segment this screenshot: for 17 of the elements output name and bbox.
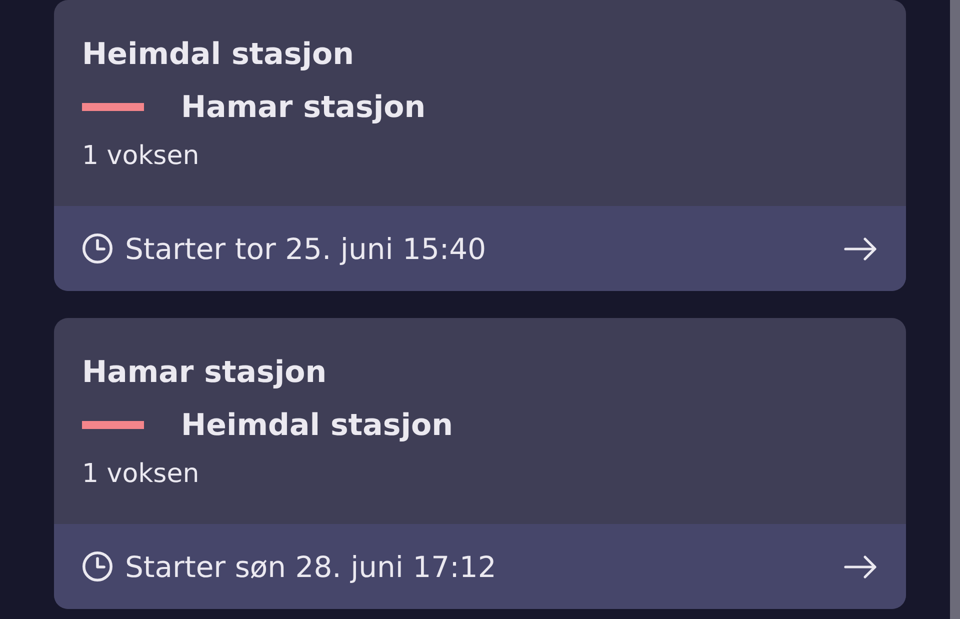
clock-icon	[82, 233, 113, 264]
destination-station: Heimdal stasjon	[181, 408, 453, 444]
passenger-count: 1 voksen	[82, 459, 200, 489]
dash-icon	[82, 103, 144, 111]
origin-station: Heimdal stasjon	[82, 37, 355, 73]
destination-station: Hamar stasjon	[181, 90, 426, 126]
scrollbar[interactable]	[950, 0, 960, 619]
arrow-right-icon	[844, 236, 877, 260]
departure-time: Starter tor 25. juni 15:40	[125, 232, 486, 266]
arrow-right-icon	[844, 554, 877, 578]
departure-time: Starter søn 28. juni 17:12	[125, 550, 496, 584]
clock-icon	[82, 551, 113, 582]
dash-icon	[82, 421, 144, 429]
passenger-count: 1 voksen	[82, 141, 200, 171]
origin-station: Hamar stasjon	[82, 355, 328, 391]
trip-card[interactable]: Heimdal stasjon Hamar stasjon 1 voksen Starter tor 25. juni 15:40	[54, 0, 906, 291]
trip-card[interactable]: Hamar stasjon Heimdal stasjon 1 voksen Starter søn 28. juni 17:12	[54, 318, 906, 609]
